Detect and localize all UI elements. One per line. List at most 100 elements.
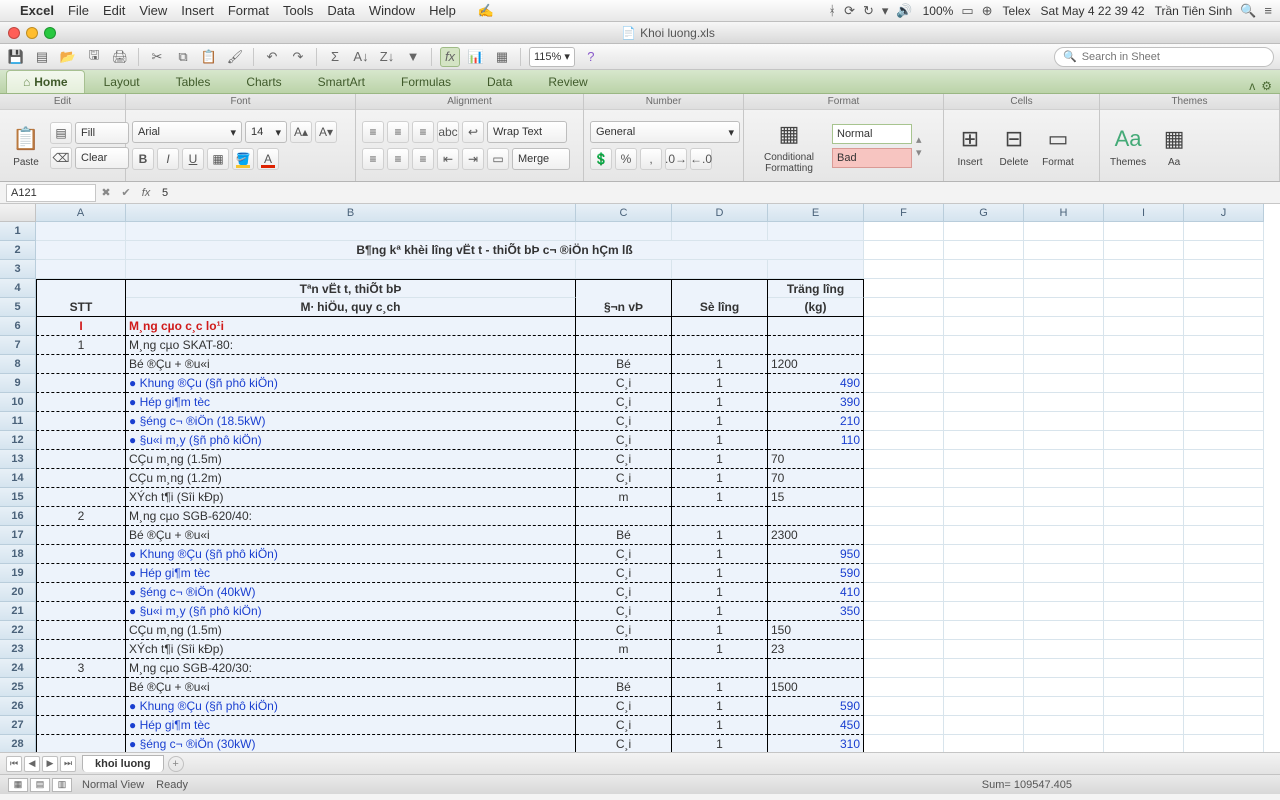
cell-stt[interactable] xyxy=(36,450,126,469)
cell-unit[interactable]: Bé xyxy=(576,355,672,374)
row-header-8[interactable]: 8 xyxy=(0,355,36,374)
cell-unit[interactable]: m xyxy=(576,640,672,659)
cell[interactable] xyxy=(944,336,1024,355)
cell[interactable] xyxy=(1184,735,1264,752)
cell-unit[interactable]: C¸i xyxy=(576,431,672,450)
zoom-button[interactable] xyxy=(44,27,56,39)
cell[interactable] xyxy=(944,659,1024,678)
cell-qty[interactable]: 1 xyxy=(672,735,768,752)
cell[interactable] xyxy=(1104,621,1184,640)
cell[interactable] xyxy=(1104,355,1184,374)
fill-icon[interactable]: ▤ xyxy=(50,122,72,144)
cell[interactable] xyxy=(672,222,768,241)
cell[interactable] xyxy=(864,545,944,564)
cell[interactable] xyxy=(864,260,944,279)
cell-qty[interactable]: 1 xyxy=(672,374,768,393)
minimize-button[interactable] xyxy=(26,27,38,39)
cell-stt[interactable]: I xyxy=(36,317,126,336)
font-size-select[interactable]: 14▾ xyxy=(245,121,287,143)
close-button[interactable] xyxy=(8,27,20,39)
row-header-22[interactable]: 22 xyxy=(0,621,36,640)
cell-unit[interactable]: C¸i xyxy=(576,735,672,752)
orientation-icon[interactable]: abc xyxy=(437,121,459,143)
cell-wt[interactable] xyxy=(768,507,864,526)
open-icon[interactable]: 📂 xyxy=(58,47,78,67)
cell[interactable] xyxy=(1184,716,1264,735)
cell[interactable] xyxy=(864,374,944,393)
menu-view[interactable]: View xyxy=(139,3,167,18)
themes-button[interactable]: AaThemes xyxy=(1106,123,1150,168)
cell[interactable] xyxy=(1024,488,1104,507)
cell-wt[interactable]: 310 xyxy=(768,735,864,752)
input-method[interactable]: Telex xyxy=(1003,4,1031,18)
cell-unit[interactable]: C¸i xyxy=(576,621,672,640)
volume-icon[interactable]: 🔊 xyxy=(896,3,912,19)
hdr-desc2[interactable]: M∙ hiÖu, quy c¸ch xyxy=(126,298,576,317)
cell-desc[interactable]: ● §éng c¬ ®iÖn (18.5kW) xyxy=(126,412,576,431)
insert-cell-button[interactable]: ⊞Insert xyxy=(950,123,990,168)
cell[interactable] xyxy=(1184,222,1264,241)
cell-qty[interactable]: 1 xyxy=(672,412,768,431)
cell[interactable] xyxy=(944,374,1024,393)
row-header-28[interactable]: 28 xyxy=(0,735,36,752)
cell-stt[interactable] xyxy=(36,431,126,450)
menu-excel[interactable]: Excel xyxy=(20,3,54,18)
cell-wt[interactable]: 150 xyxy=(768,621,864,640)
cell[interactable] xyxy=(1024,412,1104,431)
help-icon[interactable]: ? xyxy=(581,47,601,67)
paste-button[interactable]: 📋 Paste xyxy=(6,123,46,168)
cell[interactable] xyxy=(1184,279,1264,298)
row-header-4[interactable]: 4 xyxy=(0,279,36,298)
cell-qty[interactable] xyxy=(672,317,768,336)
cell[interactable] xyxy=(1104,336,1184,355)
grid-cells[interactable]: B¶ng kª khèi l­îng vËt t­ - thiÕt bÞ c¬ … xyxy=(36,222,1264,752)
cell[interactable] xyxy=(864,336,944,355)
cell[interactable] xyxy=(1104,583,1184,602)
menu-window[interactable]: Window xyxy=(369,3,415,18)
cell[interactable] xyxy=(1024,336,1104,355)
input-icon[interactable]: ⊕ xyxy=(982,3,993,19)
cell-wt[interactable]: 390 xyxy=(768,393,864,412)
cell-qty[interactable] xyxy=(672,336,768,355)
cell-desc[interactable]: ● §éng c¬ ®iÖn (30kW) xyxy=(126,735,576,752)
font-color-button[interactable]: A xyxy=(257,148,279,170)
row-header-13[interactable]: 13 xyxy=(0,450,36,469)
cell[interactable] xyxy=(944,735,1024,752)
cell[interactable] xyxy=(1024,469,1104,488)
chart-icon[interactable]: 📊 xyxy=(466,47,486,67)
hdr-wt2[interactable]: (kg) xyxy=(768,298,864,317)
style-bad[interactable]: Bad xyxy=(832,148,912,168)
cell[interactable] xyxy=(1184,621,1264,640)
cell-unit[interactable]: C¸i xyxy=(576,450,672,469)
cell-qty[interactable]: 1 xyxy=(672,678,768,697)
number-format-select[interactable]: General▾ xyxy=(590,121,740,143)
cell[interactable] xyxy=(1184,298,1264,317)
merge-button[interactable]: Merge xyxy=(512,148,570,170)
cell-desc[interactable]: Bé ®Çu + ®u«i xyxy=(126,678,576,697)
row-header-23[interactable]: 23 xyxy=(0,640,36,659)
cell[interactable] xyxy=(864,450,944,469)
spreadsheet[interactable]: ABCDEFGHIJ 12345678910111213141516171819… xyxy=(0,204,1280,752)
wrap-icon[interactable]: ↩ xyxy=(462,121,484,143)
cell[interactable] xyxy=(944,279,1024,298)
cell-qty[interactable]: 1 xyxy=(672,431,768,450)
cell-stt[interactable] xyxy=(36,602,126,621)
cell[interactable] xyxy=(1024,260,1104,279)
cell-desc[interactable]: ● Hép gi¶m tèc xyxy=(126,716,576,735)
menu-tools[interactable]: Tools xyxy=(283,3,313,18)
cell[interactable] xyxy=(944,488,1024,507)
cell-unit[interactable]: C¸i xyxy=(576,393,672,412)
cell-unit[interactable]: C¸i xyxy=(576,374,672,393)
cell[interactable] xyxy=(1104,526,1184,545)
cell-qty[interactable]: 1 xyxy=(672,526,768,545)
cell[interactable] xyxy=(36,241,126,260)
hdr-stt2[interactable]: STT xyxy=(36,298,126,317)
cell-qty[interactable]: 1 xyxy=(672,640,768,659)
cell[interactable] xyxy=(1024,697,1104,716)
col-header-A[interactable]: A xyxy=(36,204,126,222)
cell-wt[interactable]: 1500 xyxy=(768,678,864,697)
align-center-icon[interactable]: ≡ xyxy=(387,148,409,170)
next-sheet-icon[interactable]: ▶ xyxy=(42,756,58,772)
cell-stt[interactable] xyxy=(36,488,126,507)
row-header-20[interactable]: 20 xyxy=(0,583,36,602)
